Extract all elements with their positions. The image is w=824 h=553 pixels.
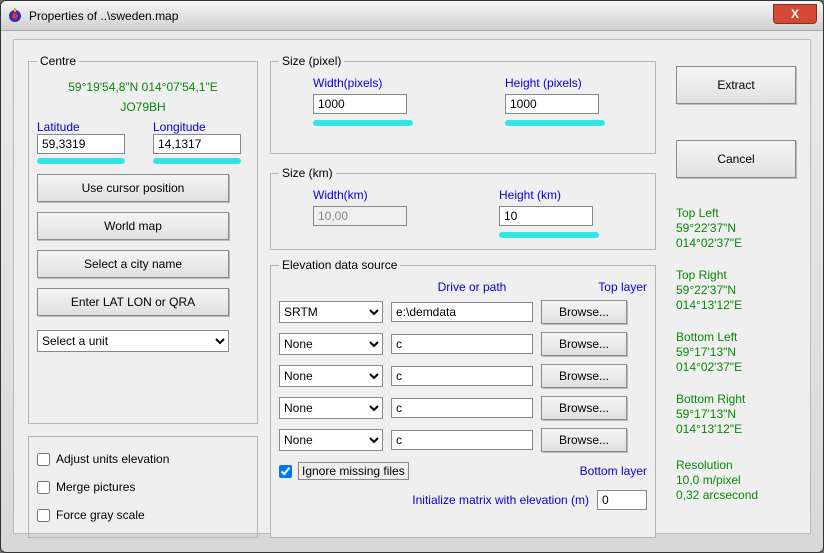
height-km-label: Height (km) (499, 188, 599, 202)
longitude-input[interactable] (153, 134, 241, 154)
centre-coord: 59°19'54,8"N 014°07'54,1"E (37, 80, 249, 94)
elev-source-2[interactable]: None (279, 365, 383, 387)
elevation-legend: Elevation data source (279, 258, 400, 272)
highlight-height-px (505, 120, 605, 126)
browse-button-1[interactable]: Browse... (541, 332, 627, 356)
elev-source-1[interactable]: None (279, 333, 383, 355)
merge-pictures-checkbox[interactable] (37, 481, 50, 494)
enter-latlon-button[interactable]: Enter LAT LON or QRA (37, 288, 229, 316)
ignore-missing-label: Ignore missing files (298, 462, 409, 480)
adjust-elevation-label: Adjust units elevation (56, 452, 169, 466)
elevation-group: Elevation data source Drive or path Top … (270, 258, 656, 538)
elev-row-4: None Browse... (279, 428, 647, 452)
window-title: Properties of ..\sweden.map (29, 9, 178, 23)
elev-source-4[interactable]: None (279, 429, 383, 451)
top-left-info: Top Left59°22'37"N014°02'37"E (676, 206, 796, 251)
height-px-input[interactable] (505, 94, 599, 114)
select-city-button[interactable]: Select a city name (37, 250, 229, 278)
elev-path-0[interactable] (391, 302, 533, 322)
resolution-info: Resolution10,0 m/pixel0,32 arcsecond (676, 458, 796, 503)
init-elevation-input[interactable] (597, 490, 647, 510)
world-map-button[interactable]: World map (37, 212, 229, 240)
unit-select[interactable]: Select a unit (37, 330, 229, 352)
centre-group: Centre 59°19'54,8"N 014°07'54,1"E JO79BH… (28, 54, 258, 424)
browse-button-0[interactable]: Browse... (541, 300, 627, 324)
elev-path-1[interactable] (391, 334, 533, 354)
height-px-label: Height (pixels) (505, 76, 605, 90)
ignore-missing-checkbox[interactable] (279, 465, 292, 478)
bottom-left-info: Bottom Left59°17'13"N014°02'37"E (676, 330, 796, 375)
top-right-info: Top Right59°22'37"N014°13'12"E (676, 268, 796, 313)
options-group: Adjust units elevation Merge pictures Fo… (28, 436, 258, 538)
width-km-input (313, 206, 407, 226)
browse-button-2[interactable]: Browse... (541, 364, 627, 388)
latitude-label: Latitude (37, 120, 133, 134)
force-gray-label: Force gray scale (56, 508, 145, 522)
size-pixel-legend: Size (pixel) (279, 54, 344, 68)
longitude-label: Longitude (153, 120, 249, 134)
highlight-width-px (313, 120, 413, 126)
centre-legend: Centre (37, 54, 79, 68)
elev-path-4[interactable] (391, 430, 533, 450)
highlight-lon (153, 158, 241, 164)
latitude-input[interactable] (37, 134, 125, 154)
extract-button[interactable]: Extract (676, 66, 796, 104)
close-icon: X (791, 7, 799, 21)
browse-button-3[interactable]: Browse... (541, 396, 627, 420)
elev-row-3: None Browse... (279, 396, 647, 420)
elev-row-0: SRTM Browse... (279, 300, 647, 324)
elev-row-1: None Browse... (279, 332, 647, 356)
size-km-legend: Size (km) (279, 166, 336, 180)
width-px-input[interactable] (313, 94, 407, 114)
elev-path-3[interactable] (391, 398, 533, 418)
elev-source-3[interactable]: None (279, 397, 383, 419)
centre-qra: JO79BH (37, 100, 249, 114)
close-button[interactable]: X (773, 4, 817, 24)
window: Properties of ..\sweden.map X Centre 59°… (0, 0, 824, 553)
width-km-label: Width(km) (313, 188, 407, 202)
init-elevation-label: Initialize matrix with elevation (m) (412, 493, 589, 507)
cancel-button[interactable]: Cancel (676, 140, 796, 178)
bottom-layer-label: Bottom layer (580, 464, 647, 478)
titlebar: Properties of ..\sweden.map X (1, 1, 823, 31)
app-icon (7, 8, 23, 24)
elev-source-0[interactable]: SRTM (279, 301, 383, 323)
size-km-group: Size (km) Width(km) Height (km) (270, 166, 656, 250)
client-area: Centre 59°19'54,8"N 014°07'54,1"E JO79BH… (13, 39, 811, 534)
elev-path-2[interactable] (391, 366, 533, 386)
browse-button-4[interactable]: Browse... (541, 428, 627, 452)
size-pixel-group: Size (pixel) Width(pixels) Height (pixel… (270, 54, 656, 154)
top-layer-label: Top layer (561, 280, 647, 294)
force-gray-checkbox[interactable] (37, 509, 50, 522)
bottom-right-info: Bottom Right59°17'13"N014°13'12"E (676, 392, 796, 437)
use-cursor-button[interactable]: Use cursor position (37, 174, 229, 202)
elev-row-2: None Browse... (279, 364, 647, 388)
height-km-input[interactable] (499, 206, 593, 226)
width-px-label: Width(pixels) (313, 76, 413, 90)
adjust-elevation-checkbox[interactable] (37, 453, 50, 466)
drive-label: Drive or path (401, 280, 543, 294)
highlight-height-km (499, 232, 599, 238)
merge-pictures-label: Merge pictures (56, 480, 135, 494)
highlight-lat (37, 158, 125, 164)
